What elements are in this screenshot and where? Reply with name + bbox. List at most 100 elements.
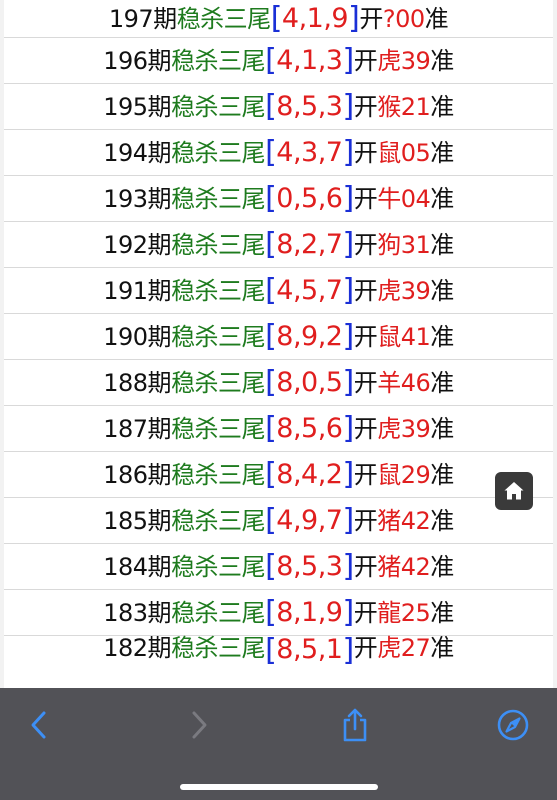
prediction-label: 稳杀三尾 <box>171 460 266 489</box>
result-number: 31 <box>400 230 431 259</box>
period-label: 186期 <box>103 460 172 489</box>
result-animal: 狗 <box>377 230 401 259</box>
accuracy-label: 准 <box>430 92 454 121</box>
bracket-close: ] <box>342 272 354 308</box>
list-item: 183期 稳杀三尾[8,1,9] 开龍 25 准 <box>4 590 553 636</box>
bracket-close: ] <box>342 410 354 446</box>
home-button[interactable] <box>495 472 533 510</box>
result-animal: 鼠 <box>377 322 401 351</box>
bracket-open: [ <box>265 364 277 400</box>
period-label: 192期 <box>103 230 172 259</box>
back-button[interactable] <box>16 702 62 748</box>
predicted-numbers: 0,5,6 <box>276 183 343 214</box>
prediction-label: 稳杀三尾 <box>171 230 266 259</box>
period-label: 188期 <box>103 368 172 397</box>
predicted-numbers: 4,5,7 <box>276 275 343 306</box>
accuracy-label: 准 <box>430 598 454 627</box>
list-item: 190期 稳杀三尾[8,9,2] 开鼠 41 准 <box>4 314 553 360</box>
period-label: 197期 <box>108 4 177 33</box>
result-number: 27 <box>400 634 431 662</box>
bracket-open: [ <box>265 134 277 170</box>
open-in-browser-button[interactable] <box>490 702 536 748</box>
bracket-close: ] <box>342 594 354 630</box>
bracket-close: ] <box>342 180 354 216</box>
accuracy-label: 准 <box>430 634 454 662</box>
prediction-label: 稳杀三尾 <box>171 634 266 662</box>
period-label: 190期 <box>103 322 172 351</box>
result-number: 46 <box>400 368 431 397</box>
open-label: 开 <box>353 230 378 259</box>
accuracy-label: 准 <box>430 46 454 75</box>
accuracy-label: 准 <box>430 276 454 305</box>
bracket-open: [ <box>270 0 283 36</box>
open-label: 开 <box>353 460 378 489</box>
result-number: 42 <box>400 552 431 581</box>
bracket-close: ] <box>342 42 354 78</box>
bracket-open: [ <box>265 548 277 584</box>
predicted-numbers: 8,5,3 <box>276 91 343 122</box>
bracket-open: [ <box>265 456 277 492</box>
period-label: 194期 <box>103 138 172 167</box>
bracket-close: ] <box>348 0 360 36</box>
open-label: 开 <box>353 506 378 535</box>
result-number: 41 <box>400 322 431 351</box>
bracket-close: ] <box>342 456 354 492</box>
period-label: 196期 <box>103 46 172 75</box>
predicted-numbers: 8,1,9 <box>276 597 343 628</box>
result-animal: 猴 <box>377 92 401 121</box>
open-label: 开 <box>353 552 378 581</box>
predicted-numbers: 4,1,9 <box>281 3 349 34</box>
list-item: 191期 稳杀三尾[4,5,7] 开虎 39 准 <box>4 268 553 314</box>
bracket-open: [ <box>265 180 277 216</box>
list-item: 182期 稳杀三尾[8,5,1] 开虎 27 准 <box>4 636 553 688</box>
result-number: 21 <box>400 92 431 121</box>
prediction-label: 稳杀三尾 <box>171 506 266 535</box>
result-number: 05 <box>400 138 431 167</box>
period-label: 187期 <box>103 414 172 443</box>
bracket-open: [ <box>265 502 277 538</box>
result-animal: 猪 <box>377 506 401 535</box>
predicted-numbers: 8,0,5 <box>276 367 343 398</box>
open-label: 开 <box>353 598 378 627</box>
list-item: 188期 稳杀三尾[8,0,5] 开羊 46 准 <box>4 360 553 406</box>
accuracy-label: 准 <box>430 506 454 535</box>
bracket-close: ] <box>342 502 354 538</box>
period-label: 182期 <box>103 634 172 662</box>
prediction-label: 稳杀三尾 <box>171 552 266 581</box>
prediction-label: 稳杀三尾 <box>171 184 266 213</box>
list-item: 192期 稳杀三尾[8,2,7] 开狗 31 准 <box>4 222 553 268</box>
prediction-label: 稳杀三尾 <box>171 368 266 397</box>
home-icon <box>504 482 524 500</box>
predicted-numbers: 4,3,7 <box>276 137 343 168</box>
bracket-open: [ <box>265 410 277 446</box>
open-label: 开 <box>353 184 378 213</box>
open-label: 开 <box>353 92 378 121</box>
home-indicator <box>180 784 378 790</box>
accuracy-label: 准 <box>430 414 454 443</box>
predicted-numbers: 8,5,1 <box>276 634 343 665</box>
result-number: 39 <box>400 414 431 443</box>
open-label: 开 <box>353 368 378 397</box>
list-item: 186期 稳杀三尾[8,4,2] 开鼠 29 准 <box>4 452 553 498</box>
period-label: 193期 <box>103 184 172 213</box>
list-item: 193期 稳杀三尾[0,5,6] 开牛 04 准 <box>4 176 553 222</box>
bracket-open: [ <box>265 42 277 78</box>
result-number: 25 <box>400 598 431 627</box>
result-number: 39 <box>400 46 431 75</box>
prediction-list[interactable]: 197期 稳杀三尾[4,1,9] 开? 00 准 196期 稳杀三尾[4,1,3] 开虎 39 准… <box>4 0 553 688</box>
accuracy-label: 准 <box>430 460 454 489</box>
bracket-close: ] <box>342 633 354 668</box>
result-animal: 羊 <box>377 368 401 397</box>
result-animal: 龍 <box>377 598 401 627</box>
share-button[interactable] <box>332 702 378 748</box>
forward-button[interactable] <box>176 702 222 748</box>
list-item: 194期 稳杀三尾[4,3,7] 开鼠 05 准 <box>4 130 553 176</box>
period-label: 185期 <box>103 506 172 535</box>
bracket-close: ] <box>342 88 354 124</box>
prediction-label: 稳杀三尾 <box>171 598 266 627</box>
result-animal: 牛 <box>377 184 401 213</box>
result-animal: 虎 <box>377 276 401 305</box>
prediction-label: 稳杀三尾 <box>171 276 266 305</box>
browser-page: 197期 稳杀三尾[4,1,9] 开? 00 准 196期 稳杀三尾[4,1,3] 开虎 39 准… <box>0 0 557 800</box>
period-label: 191期 <box>103 276 172 305</box>
